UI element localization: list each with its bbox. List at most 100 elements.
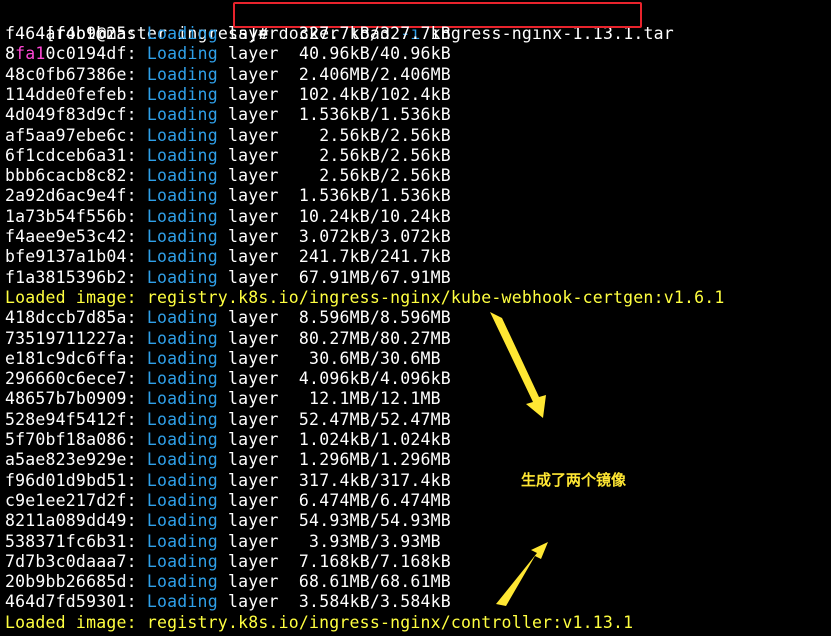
layer-line: 5f70bf18a086: Loading layer 1.024kB/1.02… [5, 430, 451, 450]
layer-hash: f4aee9e53c42 [5, 227, 127, 246]
layer-progress: 68.61MB/68.61MB [298, 572, 451, 592]
layer-line: f1a3815396b2: Loading layer 67.91MB/67.9… [5, 268, 451, 288]
layer-line: 48c0fb67386e: Loading layer 2.406MB/2.40… [5, 65, 451, 85]
layer-hash: c9e1ee217d2f [5, 490, 127, 510]
separator: : [126, 511, 147, 531]
layer-hash: af5aa97ebe6c [5, 125, 127, 145]
layer-hash: 1a73b54f556b [5, 206, 127, 226]
layer-progress: 2.406MB/2.406MB [298, 64, 451, 84]
layer-hash: 8211a089dd49 [5, 511, 127, 531]
layer-progress: 2.56kB/2.56kB [298, 166, 451, 186]
layer-line: 2a92d6ac9e4f: Loading layer 1.536kB/1.53… [5, 186, 451, 206]
layer-hash: 2a92d6ac9e4f [5, 186, 127, 206]
loading-label: Loading [146, 409, 218, 429]
terminal-window[interactable]: [root@master ingress]# docker load -i in… [0, 0, 831, 636]
loading-label: Loading [146, 308, 218, 328]
separator: : [126, 64, 147, 84]
layer-progress: 1.024kB/1.024kB [298, 430, 451, 449]
separator: : [126, 470, 147, 490]
layer-hash: 4d049f83d9cf [5, 105, 127, 125]
layer-progress: 2.56kB/2.56kB [298, 125, 451, 145]
loading-label: Loading [146, 369, 218, 389]
layer-line: 464d7fd59301: Loading layer 3.584kB/3.58… [5, 592, 451, 612]
layer-line: bfe9137a1b04: Loading layer 241.7kB/241.… [5, 247, 451, 267]
layer-line: 7d7b3c0daaa7: Loading layer 7.168kB/7.16… [5, 552, 451, 572]
layer-label: layer [217, 84, 279, 104]
separator: : [126, 186, 147, 206]
layer-hash: 5f70bf18a086 [5, 430, 127, 449]
layer-label: layer [217, 267, 279, 287]
layer-progress: 241.7kB/241.7kB [298, 247, 451, 267]
separator: : [126, 166, 147, 186]
layer-label: layer [217, 308, 279, 328]
layer-hash: 528e94f5412f [5, 409, 127, 429]
layer-line: 538371fc6b31: Loading layer 3.93MB/3.93M… [5, 532, 441, 552]
layer-label: layer [217, 592, 279, 612]
separator: : [126, 572, 147, 592]
layer-hash: 464d7fd59301 [5, 592, 127, 612]
layer-hash: 418dccb7d85a [5, 308, 127, 328]
layer-line: f96d01d9bd51: Loading layer 317.4kB/317.… [5, 471, 451, 491]
layer-hash: 538371fc6b31 [5, 531, 127, 551]
separator: : [126, 328, 147, 348]
loading-label: Loading [146, 44, 218, 64]
loading-label: Loading [146, 592, 218, 612]
layer-hash-part: fa1 [15, 44, 46, 64]
layer-label: layer [217, 206, 279, 226]
loading-label: Loading [146, 450, 218, 470]
separator: : [126, 84, 147, 104]
layer-progress: 102.4kB/102.4kB [298, 84, 451, 104]
loading-label: Loading [146, 430, 218, 449]
layer-label: layer [217, 450, 279, 470]
layer-line: 8fa10c0194df: Loading layer 40.96kB/40.9… [5, 44, 451, 64]
loading-label: Loading [146, 125, 218, 145]
arrow-up-icon [490, 312, 546, 418]
layer-label: layer [217, 125, 279, 145]
layer-hash: 73519711227a [5, 328, 127, 348]
loading-label: Loading [146, 531, 218, 551]
layer-progress: 40.96kB/40.96kB [298, 44, 451, 64]
layer-hash: bfe9137a1b04 [5, 247, 127, 267]
layer-line: f464af4b9b25: Loading layer 327.7kB/327.… [5, 24, 451, 44]
separator: : [126, 267, 147, 287]
layer-progress: 8.596MB/8.596MB [298, 308, 451, 328]
loading-label: Loading [146, 247, 218, 267]
layer-label: layer [217, 409, 279, 429]
layer-progress: 4.096kB/4.096kB [298, 369, 451, 389]
separator: : [126, 369, 147, 389]
layer-label: layer [217, 389, 279, 409]
layer-hash: f464af4b9b25 [5, 24, 127, 43]
loaded-image-name: registry.k8s.io/ingress-nginx/controller… [146, 612, 634, 632]
separator: : [126, 308, 147, 328]
separator: : [126, 105, 147, 125]
loaded-label: Loaded image: [5, 287, 147, 307]
layer-label: layer [217, 247, 279, 267]
layer-label: layer [217, 348, 279, 368]
loading-label: Loading [146, 328, 218, 348]
layer-progress: 1.536kB/1.536kB [298, 105, 451, 125]
layer-label: layer [217, 369, 279, 389]
layer-line: 1a73b54f556b: Loading layer 10.24kB/10.2… [5, 207, 451, 227]
layer-label: layer [217, 328, 279, 348]
separator: : [126, 430, 147, 449]
layer-line: 73519711227a: Loading layer 80.27MB/80.2… [5, 329, 451, 349]
layer-label: layer [217, 44, 279, 64]
